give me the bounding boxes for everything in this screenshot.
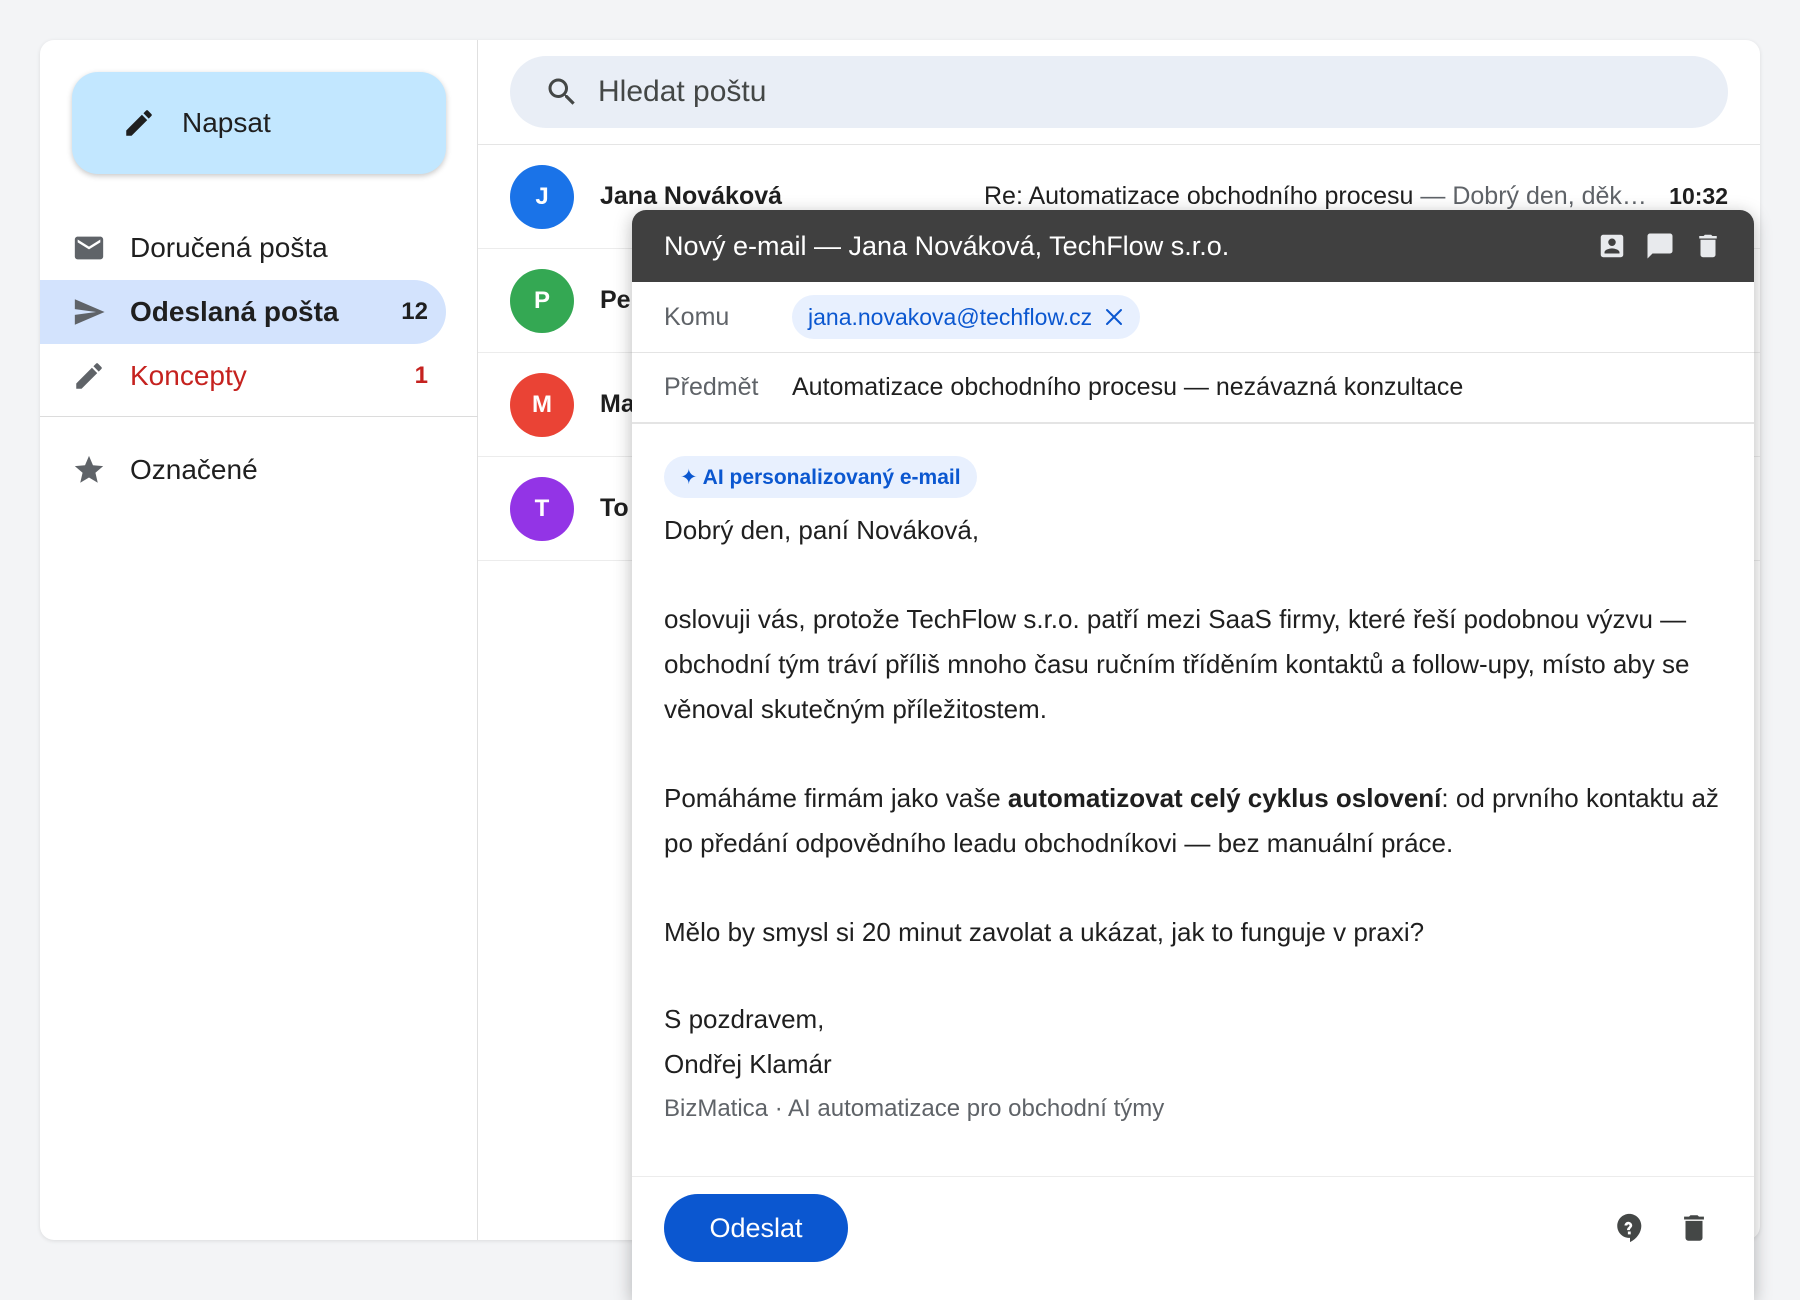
sidebar-item-label: Koncepty xyxy=(130,360,247,391)
compose-title: Nový e-mail — Jana Nováková, TechFlow s.… xyxy=(664,230,1230,261)
avatar: T xyxy=(510,476,574,541)
sidebar-item-label: Doručená pošta xyxy=(130,232,328,263)
compose-header: Nový e-mail — Jana Nováková, TechFlow s.… xyxy=(632,210,1754,282)
search-input[interactable] xyxy=(598,75,1498,109)
search-bar[interactable] xyxy=(510,56,1728,128)
contact-button[interactable] xyxy=(1588,222,1636,270)
send-button[interactable]: Odeslat xyxy=(664,1194,848,1262)
sidebar-item-label: Odeslaná pošta xyxy=(130,296,339,327)
search-icon xyxy=(548,78,575,105)
sidebar-item-sent[interactable]: Odeslaná pošta 12 xyxy=(40,280,446,344)
mail-sender: Ma xyxy=(600,390,635,418)
sidebar-item-inbox[interactable]: Doručená pošta xyxy=(40,216,446,280)
signoff: S pozdravem, xyxy=(664,1004,825,1034)
sidebar-item-starred[interactable]: Označené xyxy=(40,438,446,502)
greeting: Dobrý den, paní Nováková, xyxy=(664,515,980,545)
inbox-icon xyxy=(74,236,104,260)
sidebar-item-label: Označené xyxy=(130,454,258,485)
to-field-row: Komu jana.novakova@techflow.cz xyxy=(632,282,1754,353)
subject-field-row[interactable]: Předmět Automatizace obchodního procesu … xyxy=(632,353,1754,424)
signature-company: BizMatica · AI automatizace pro obchodní… xyxy=(664,1095,1165,1122)
para-bold-text: automatizovat celý cyklus oslovení xyxy=(1007,783,1442,813)
close-icon[interactable] xyxy=(1102,305,1126,329)
signature-name: Ondřej Klamár xyxy=(664,1049,832,1079)
recipient-chip[interactable]: jana.novakova@techflow.cz xyxy=(792,295,1141,339)
chat-button[interactable] xyxy=(1636,222,1684,270)
delete-button[interactable] xyxy=(1670,1204,1718,1252)
avatar: J xyxy=(510,164,574,229)
message-body[interactable]: ✦ AI personalizovaný e-mail Dobrý den, p… xyxy=(664,456,1722,1129)
compose-footer: Odeslat xyxy=(632,1176,1754,1300)
mail-subject-text: Re: Automatizace obchodního procesu xyxy=(984,182,1414,210)
drafts-count-badge: 1 xyxy=(414,362,428,389)
body-paragraph: Pomáháme firmám jako vaše automatizovat … xyxy=(664,776,1722,866)
contact-icon xyxy=(1600,234,1624,258)
compose-button[interactable]: Napsat xyxy=(72,72,446,174)
para-text: Pomáháme firmám jako vaše xyxy=(664,783,1008,813)
sent-count-badge: 12 xyxy=(401,298,428,325)
chat-icon xyxy=(1647,233,1673,259)
avatar: P xyxy=(510,268,574,333)
sidebar: Napsat Doručená pošta Odeslaná pošta 12 … xyxy=(40,40,478,1240)
trash-icon xyxy=(1684,1215,1704,1241)
help-icon xyxy=(1617,1213,1642,1243)
compose-header-actions xyxy=(1588,222,1732,270)
sidebar-item-drafts[interactable]: Koncepty 1 xyxy=(40,344,446,408)
sidebar-divider xyxy=(40,416,478,417)
mail-subject: Re: Automatizace obchodního procesu — Do… xyxy=(984,182,1647,211)
help-button[interactable] xyxy=(1606,1204,1654,1252)
mail-snippet: — Dobrý den, děk… xyxy=(1413,182,1647,210)
pencil-icon xyxy=(126,110,152,136)
mail-sender: Pe xyxy=(600,286,631,314)
send-icon xyxy=(74,299,105,325)
recipient-email: jana.novakova@techflow.cz xyxy=(808,303,1093,330)
mail-time: 10:32 xyxy=(1669,183,1728,209)
mail-sender: Jana Nováková xyxy=(600,182,783,210)
star-icon xyxy=(74,455,104,483)
pencil-icon xyxy=(76,363,102,389)
trash-icon xyxy=(1699,234,1717,258)
compose-button-label: Napsat xyxy=(182,107,271,138)
body-paragraph: Mělo by smysl si 20 minut zavolat a ukáz… xyxy=(664,917,1425,947)
discard-button[interactable] xyxy=(1684,222,1732,270)
avatar: M xyxy=(510,372,574,437)
subject-label: Předmět xyxy=(664,373,759,401)
to-label: Komu xyxy=(664,302,730,331)
mail-sender: To xyxy=(600,494,629,522)
subject-field[interactable]: Automatizace obchodního procesu — nezáva… xyxy=(792,373,1463,402)
body-paragraph: oslovuji vás, protože TechFlow s.r.o. pa… xyxy=(664,604,1690,724)
compose-dialog: Nový e-mail — Jana Nováková, TechFlow s.… xyxy=(632,210,1754,1300)
ai-badge: ✦ AI personalizovaný e-mail xyxy=(664,456,977,498)
